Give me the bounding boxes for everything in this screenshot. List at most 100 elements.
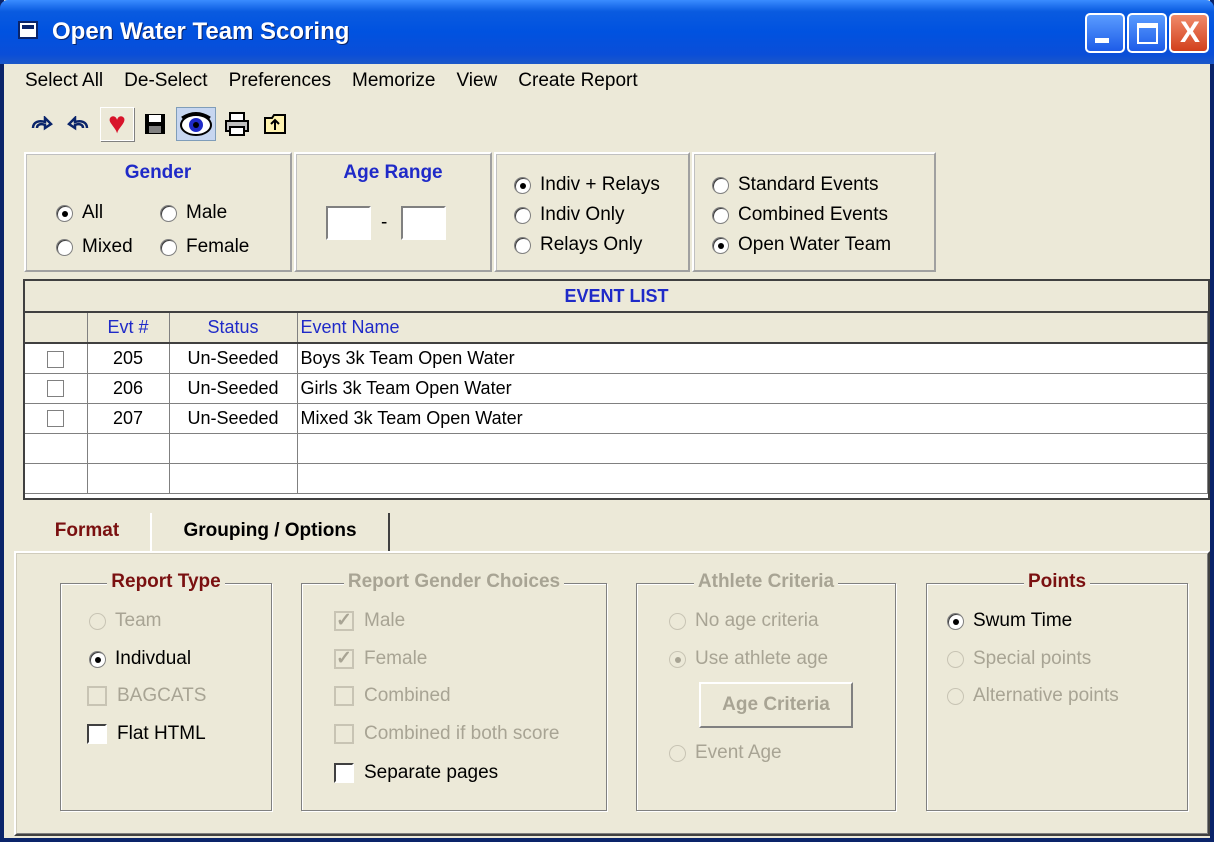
- relays-only-label: Relays Only: [540, 234, 643, 255]
- combined-both-label: Combined if both score: [364, 723, 560, 744]
- combined-checkbox[interactable]: Combined: [334, 685, 451, 707]
- event-age-radio[interactable]: Event Age: [669, 742, 782, 764]
- gender-group: Gender All Male Mixed Female: [24, 152, 292, 272]
- maximize-button[interactable]: [1127, 13, 1167, 53]
- row-event-name: Girls 3k Team Open Water: [297, 373, 1208, 404]
- table-row-empty: [25, 433, 1208, 464]
- flat-html-checkbox[interactable]: Flat HTML: [87, 723, 206, 745]
- alternative-points-radio[interactable]: Alternative points: [947, 685, 1119, 707]
- menu-view[interactable]: View: [443, 64, 505, 100]
- gender-female-radio[interactable]: Female: [160, 236, 249, 258]
- age-range-group: Age Range -: [294, 152, 492, 272]
- age-criteria-button[interactable]: Age Criteria: [699, 682, 853, 728]
- tab-grouping-options[interactable]: Grouping / Options: [150, 513, 390, 553]
- combined-label: Combined: [364, 685, 451, 706]
- checkbox-icon: [334, 686, 354, 706]
- eye-icon[interactable]: [176, 107, 216, 141]
- gender-male-radio[interactable]: Male: [160, 202, 227, 224]
- table-row[interactable]: 205 Un-Seeded Boys 3k Team Open Water: [25, 343, 1208, 374]
- event-list: EVENT LIST Evt # Status Event Name 205 U…: [23, 279, 1210, 500]
- window-title: Open Water Team Scoring: [52, 18, 350, 45]
- event-type-group: Standard Events Combined Events Open Wat…: [692, 152, 936, 272]
- alternative-points-label: Alternative points: [973, 685, 1119, 706]
- menu-memorize[interactable]: Memorize: [339, 64, 443, 100]
- col-event-name[interactable]: Event Name: [297, 313, 1208, 344]
- export-icon[interactable]: [258, 107, 292, 141]
- app-window: Open Water Team Scoring X Select All De-…: [0, 0, 1214, 842]
- radio-icon: [56, 204, 73, 222]
- menu-create-report[interactable]: Create Report: [505, 64, 645, 100]
- print-icon[interactable]: [220, 107, 254, 141]
- menu-de-select[interactable]: De-Select: [111, 64, 215, 100]
- no-age-label: No age criteria: [695, 610, 819, 631]
- special-points-radio[interactable]: Special points: [947, 648, 1091, 670]
- app-icon: [18, 21, 38, 39]
- table-row[interactable]: 206 Un-Seeded Girls 3k Team Open Water: [25, 373, 1208, 404]
- radio-icon: [947, 612, 964, 630]
- male-checkbox[interactable]: Male: [334, 609, 405, 632]
- separate-pages-checkbox[interactable]: Separate pages: [334, 762, 498, 784]
- gender-mixed-radio[interactable]: Mixed: [56, 236, 133, 258]
- indiv-only-radio[interactable]: Indiv Only: [514, 204, 624, 226]
- toolbar: ♥: [24, 104, 292, 144]
- minimize-button[interactable]: [1085, 13, 1125, 53]
- gender-all-radio[interactable]: All: [56, 202, 103, 224]
- row-checkbox[interactable]: [25, 373, 88, 404]
- radio-icon: [514, 206, 531, 224]
- age-from-input[interactable]: [326, 206, 371, 240]
- checkbox-icon: [47, 350, 65, 368]
- row-checkbox[interactable]: [25, 403, 88, 434]
- report-type-group: Report Type Team Indivdual BAGCATS Flat …: [60, 571, 272, 811]
- individual-radio[interactable]: Indivdual: [89, 648, 191, 670]
- table-row[interactable]: 207 Un-Seeded Mixed 3k Team Open Water: [25, 403, 1208, 434]
- col-select: [25, 313, 88, 344]
- filter-row: Gender All Male Mixed Female Age Range -…: [4, 150, 1210, 272]
- table-row-empty: [25, 463, 1208, 494]
- age-to-input[interactable]: [401, 206, 446, 240]
- special-points-label: Special points: [973, 648, 1092, 669]
- combined-events-radio[interactable]: Combined Events: [712, 204, 888, 226]
- report-gender-group: Report Gender Choices Male Female Combin…: [301, 571, 607, 811]
- heart-icon[interactable]: ♥: [100, 107, 134, 141]
- minimize-icon: [1095, 38, 1109, 43]
- save-icon[interactable]: [138, 107, 172, 141]
- individual-label: Indivdual: [115, 648, 192, 669]
- swum-time-radio[interactable]: Swum Time: [947, 610, 1072, 632]
- maximize-icon: [1137, 23, 1158, 44]
- col-status[interactable]: Status: [169, 313, 298, 344]
- radio-icon: [669, 650, 686, 668]
- row-status: Un-Seeded: [169, 403, 298, 434]
- bagcats-checkbox[interactable]: BAGCATS: [87, 685, 206, 707]
- standard-events-radio[interactable]: Standard Events: [712, 174, 878, 196]
- row-checkbox[interactable]: [25, 343, 88, 374]
- col-evt[interactable]: Evt #: [87, 313, 170, 344]
- radio-icon: [89, 650, 106, 668]
- indiv-relays-radio[interactable]: Indiv + Relays: [514, 174, 660, 196]
- team-radio[interactable]: Team: [89, 610, 161, 632]
- relays-only-radio[interactable]: Relays Only: [514, 234, 642, 256]
- checkbox-icon: [334, 609, 354, 632]
- radio-icon: [712, 206, 729, 224]
- event-list-title: EVENT LIST: [25, 281, 1208, 313]
- undo-icon[interactable]: [62, 107, 96, 141]
- gender-female-label: Female: [186, 236, 250, 257]
- row-event-name: Mixed 3k Team Open Water: [297, 403, 1208, 434]
- checkbox-icon: [87, 724, 107, 744]
- menu-preferences[interactable]: Preferences: [216, 64, 339, 100]
- open-water-team-radio[interactable]: Open Water Team: [712, 234, 891, 256]
- title-bar[interactable]: Open Water Team Scoring X: [0, 0, 1214, 64]
- radio-icon: [712, 236, 729, 254]
- tab-format[interactable]: Format: [24, 513, 150, 553]
- female-checkbox[interactable]: Female: [334, 647, 427, 670]
- no-age-radio[interactable]: No age criteria: [669, 610, 819, 632]
- close-button[interactable]: X: [1169, 13, 1209, 53]
- event-kind-group: Indiv + Relays Indiv Only Relays Only: [494, 152, 690, 272]
- combined-both-checkbox[interactable]: Combined if both score: [334, 723, 559, 745]
- redo-icon[interactable]: [24, 107, 58, 141]
- row-evt: 207: [87, 403, 170, 434]
- use-athlete-age-radio[interactable]: Use athlete age: [669, 648, 828, 670]
- tab-strip: Format Grouping / Options: [24, 513, 1210, 553]
- menu-select-all[interactable]: Select All: [4, 64, 111, 100]
- standard-events-label: Standard Events: [738, 174, 879, 195]
- radio-icon: [160, 204, 177, 222]
